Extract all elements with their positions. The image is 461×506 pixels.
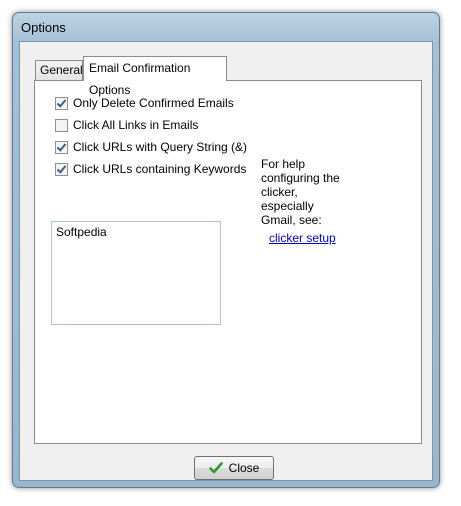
title-bar[interactable]: Options bbox=[13, 13, 439, 41]
checkbox-only-delete-confirmed[interactable] bbox=[55, 96, 68, 110]
close-button[interactable]: Close bbox=[194, 456, 274, 480]
help-text: For help configuring the clicker, especi… bbox=[261, 157, 340, 227]
option-click-urls-keywords[interactable]: Click URLs containing Keywords bbox=[55, 161, 246, 177]
option-only-delete-confirmed[interactable]: Only Delete Confirmed Emails bbox=[55, 95, 234, 111]
tab-general[interactable]: General bbox=[35, 60, 83, 80]
green-check-icon bbox=[208, 462, 223, 474]
checkbox-click-urls-query-string[interactable] bbox=[55, 140, 68, 154]
checkbox-click-urls-keywords[interactable] bbox=[55, 162, 68, 176]
window-title: Options bbox=[21, 20, 66, 35]
option-click-all-links[interactable]: Click All Links in Emails bbox=[55, 117, 198, 133]
email-confirmation-panel: Only Delete Confirmed Emails Click All L… bbox=[34, 80, 422, 444]
keywords-textbox[interactable]: Softpedia bbox=[51, 221, 221, 325]
option-click-urls-query-string[interactable]: Click URLs with Query String (&) bbox=[55, 139, 247, 155]
option-label: Click URLs containing Keywords bbox=[73, 162, 247, 176]
dialog-client-area: General Email Confirmation Options Only … bbox=[19, 41, 433, 481]
clicker-setup-link[interactable]: clicker setup bbox=[269, 231, 336, 245]
tab-email-confirmation-options[interactable]: Email Confirmation Options bbox=[83, 56, 227, 97]
option-label: Click URLs with Query String (&) bbox=[73, 140, 248, 154]
options-window: Options General Email Confirmation Optio… bbox=[12, 12, 440, 488]
tab-general-label: General bbox=[40, 63, 83, 77]
checkbox-click-all-links[interactable] bbox=[55, 118, 68, 132]
close-button-label: Close bbox=[228, 461, 260, 475]
option-label: Click All Links in Emails bbox=[73, 118, 199, 132]
